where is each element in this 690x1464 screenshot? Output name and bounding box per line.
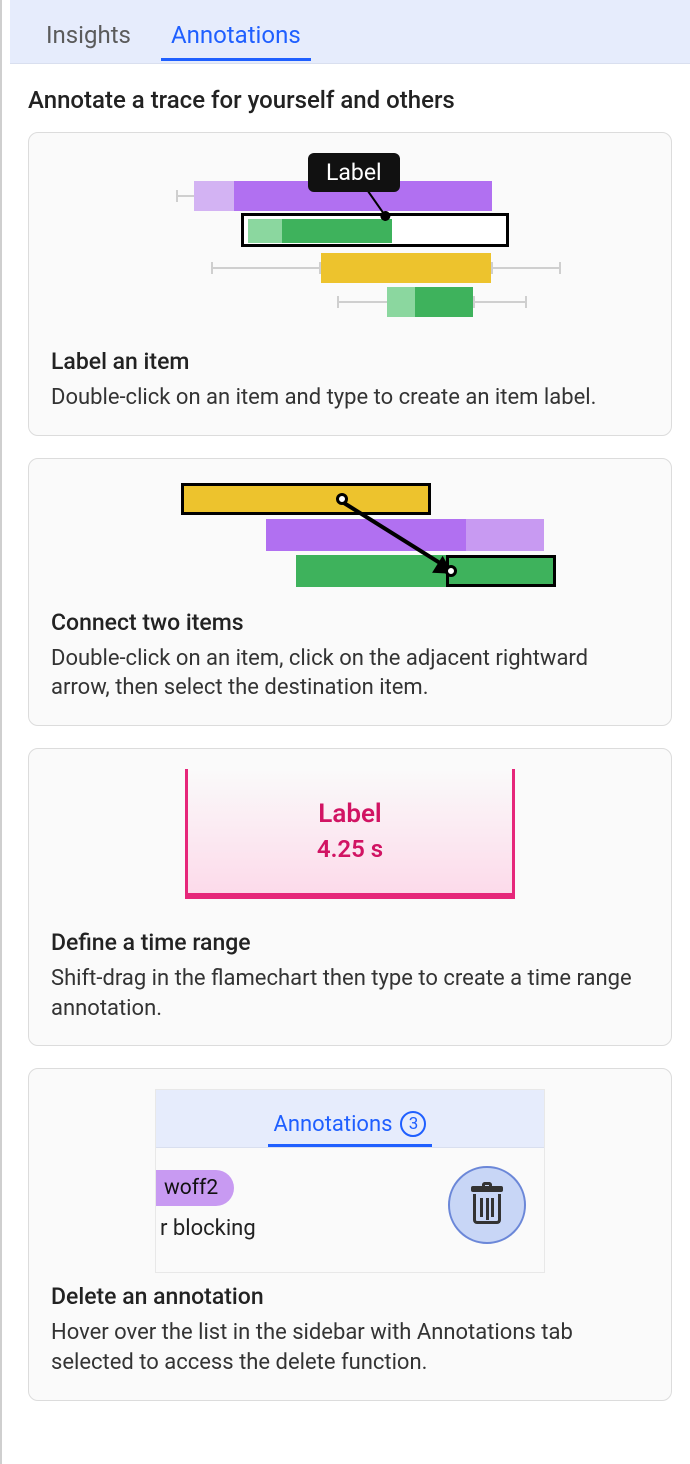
tab-insights[interactable]: Insights	[26, 3, 151, 63]
help-card-delete-annotation: Annotations 3 woff2 r blocking	[28, 1068, 672, 1400]
panel-resize-gutter[interactable]	[0, 0, 10, 1464]
label-tooltip: Label	[308, 153, 400, 192]
card-body: Shift-drag in the flamechart then type t…	[51, 964, 649, 1023]
illustration-label-item: Label	[51, 153, 649, 338]
illustration-connect-items	[51, 479, 649, 599]
delete-annotation-button[interactable]	[448, 1166, 526, 1244]
card-title: Define a time range	[51, 929, 649, 956]
card-body: Double-click on an item, click on the ad…	[51, 644, 649, 703]
page-title: Annotate a trace for yourself and others	[28, 86, 672, 114]
illustration-delete-annotation: Annotations 3 woff2 r blocking	[51, 1089, 649, 1273]
help-card-time-range: Label 4.25 s Define a time range Shift-d…	[28, 748, 672, 1046]
illustration-time-range: Label 4.25 s	[51, 769, 649, 919]
card-title: Delete an annotation	[51, 1283, 649, 1310]
trash-icon	[471, 1186, 503, 1224]
tab-annotations[interactable]: Annotations	[151, 3, 321, 63]
range-label: Label	[318, 799, 381, 829]
card-title: Connect two items	[51, 609, 649, 636]
help-card-label-item: Label	[28, 132, 672, 436]
card-body: Hover over the list in the sidebar with …	[51, 1318, 649, 1377]
sidebar-tabs: Insights Annotations	[10, 0, 690, 64]
annotation-count-badge: 3	[400, 1111, 426, 1137]
annotation-chip: woff2	[156, 1170, 234, 1206]
inner-tab-label: Annotations	[274, 1112, 393, 1137]
help-card-connect-items: Connect two items Double-click on an ite…	[28, 458, 672, 726]
range-value: 4.25 s	[317, 835, 383, 863]
card-body: Double-click on an item and type to crea…	[51, 383, 649, 413]
inner-tab-annotations[interactable]: Annotations 3	[268, 1099, 433, 1147]
card-title: Label an item	[51, 348, 649, 375]
annotation-text: r blocking	[160, 1216, 256, 1241]
